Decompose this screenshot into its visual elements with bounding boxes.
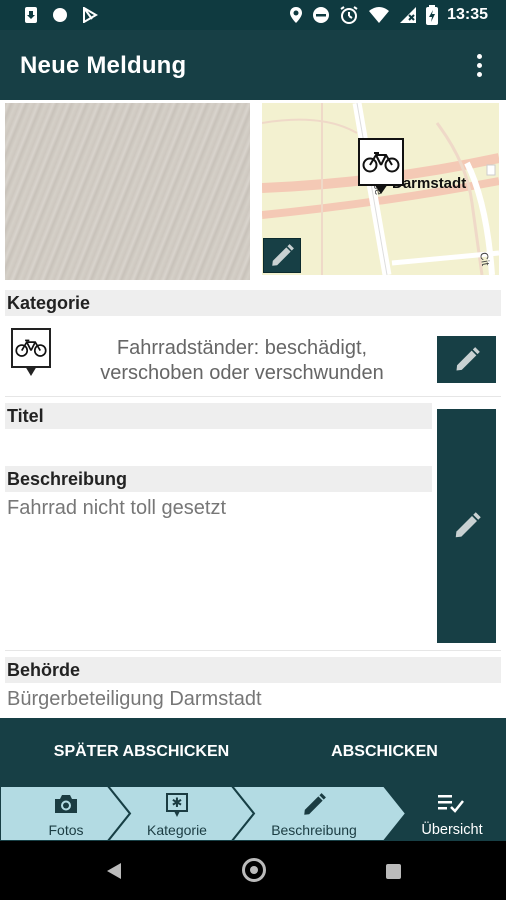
category-icon-box (11, 328, 51, 368)
divider (5, 650, 501, 651)
category-text: Fahrradständer: beschädigt, verschoben o… (75, 336, 409, 386)
send-later-button[interactable]: SPÄTER ABSCHICKEN (0, 718, 283, 786)
authority-header: Behörde (5, 657, 501, 683)
divider (5, 396, 501, 397)
camera-icon (55, 795, 77, 813)
overflow-menu-icon[interactable] (464, 50, 494, 80)
phone-download-icon (25, 7, 37, 23)
location-icon (290, 7, 303, 23)
back-icon[interactable] (106, 862, 122, 880)
authority-value: Bürgerbeteiligung Darmstadt (7, 688, 262, 710)
edit-category-button[interactable] (437, 336, 496, 383)
pencil-icon (272, 243, 294, 266)
app-bar: Neue Meldung (0, 30, 506, 100)
status-system-icons: 13:35 (289, 5, 488, 25)
circle-icon (53, 8, 67, 22)
category-header: Kategorie (5, 290, 501, 316)
category-icon: ✱ (166, 793, 188, 817)
photo-thumbnail[interactable] (5, 103, 250, 280)
play-store-icon (83, 7, 98, 23)
svg-text:✱: ✱ (172, 796, 183, 811)
status-bar: 13:35 (0, 0, 506, 30)
title-header: Titel (5, 403, 432, 429)
signal-icon (400, 7, 417, 23)
category-text-line2: verschoben oder verschwunden (100, 362, 384, 384)
do-not-disturb-icon (313, 7, 330, 23)
checklist-icon (438, 795, 464, 813)
bicycle-icon (362, 152, 400, 173)
description-header: Beschreibung (5, 466, 432, 492)
map-street-label-2: Cit (477, 251, 491, 266)
pencil-icon (455, 512, 481, 538)
edit-description-button[interactable] (437, 409, 496, 643)
step-beschreibung-label: Beschreibung (271, 822, 357, 838)
edit-location-button[interactable] (263, 238, 301, 273)
pencil-icon (456, 346, 480, 370)
steps-bar: Fotos ✱ Kategorie Beschreibung Übersicht (0, 786, 506, 841)
description-value: Fahrrad nicht toll gesetzt (7, 497, 226, 519)
category-text-line1: Fahrradständer: beschädigt, (116, 337, 368, 359)
step-uebersicht-label: Übersicht (421, 822, 483, 838)
bicycle-icon (15, 339, 47, 357)
wifi-icon (369, 7, 390, 23)
recent-apps-icon[interactable] (386, 864, 401, 879)
page-title: Neue Meldung (20, 52, 187, 79)
step-fotos-label: Fotos (48, 822, 84, 838)
category-icon-tail (25, 366, 37, 376)
status-notifications (24, 6, 98, 24)
pencil-icon (304, 793, 326, 815)
home-icon[interactable] (242, 858, 266, 882)
send-button[interactable]: ABSCHICKEN (283, 718, 486, 786)
battery-icon (426, 5, 439, 25)
alarm-icon (340, 6, 358, 24)
status-time: 13:35 (447, 6, 488, 23)
map-pin (358, 138, 404, 186)
action-bar: SPÄTER ABSCHICKEN ABSCHICKEN (0, 718, 506, 786)
map-pin-tail (374, 184, 388, 194)
step-kategorie-label: Kategorie (147, 822, 207, 838)
system-navigation-bar (0, 841, 506, 900)
